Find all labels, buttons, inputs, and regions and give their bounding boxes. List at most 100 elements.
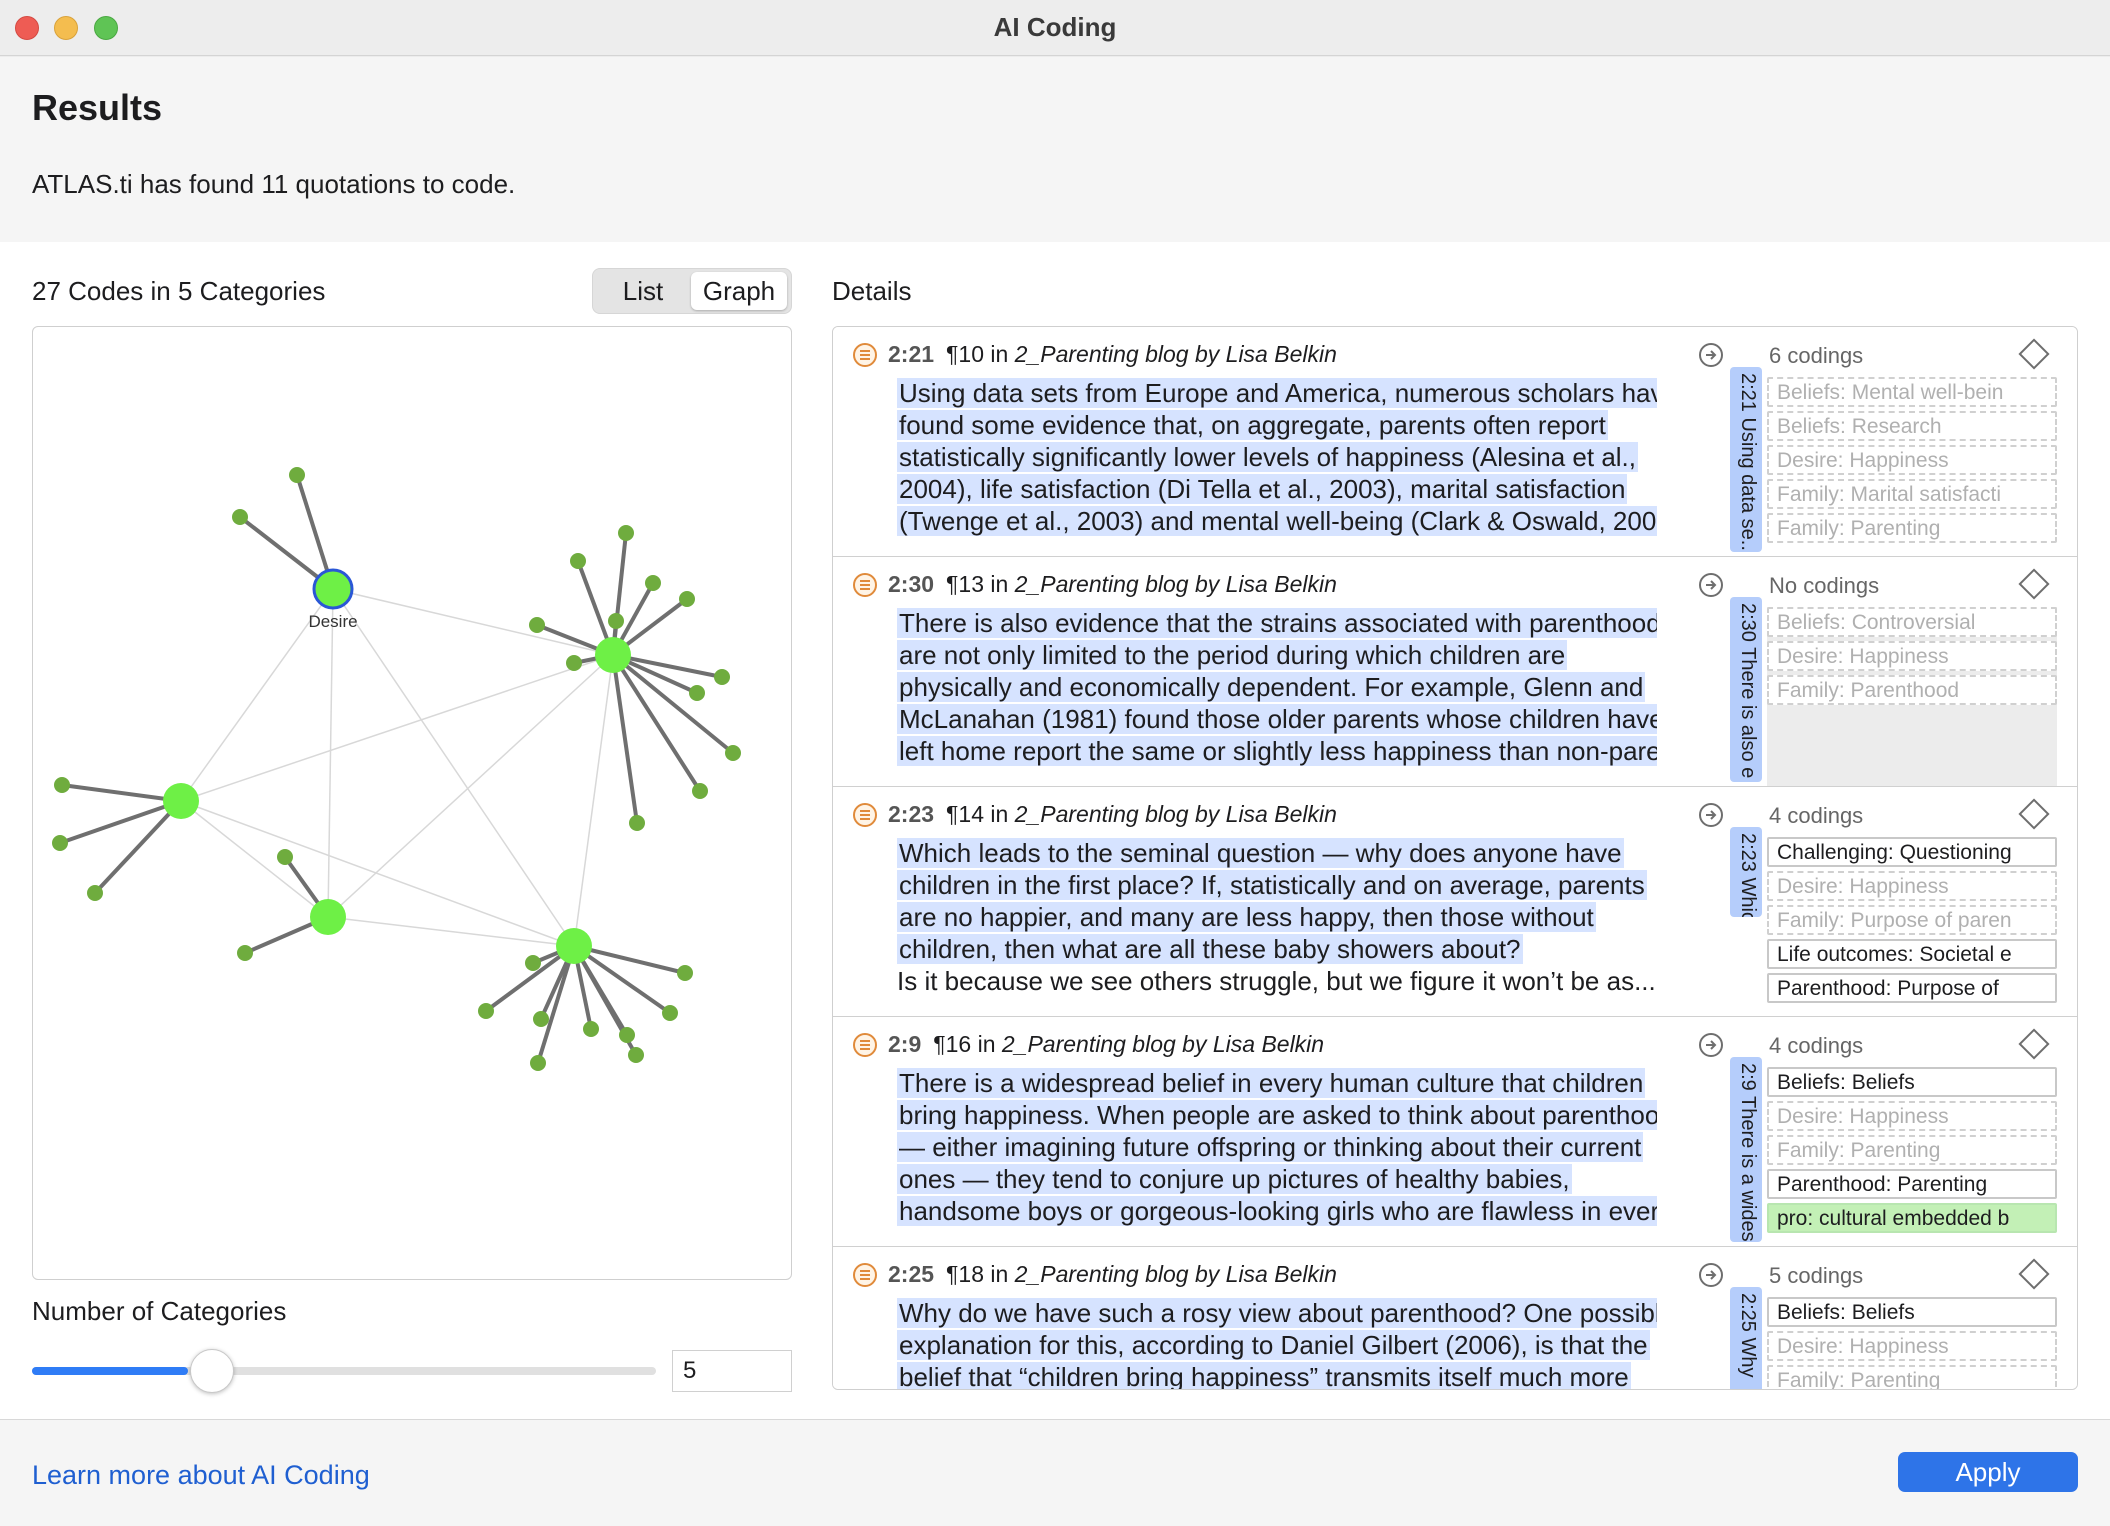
code-node[interactable] <box>530 1055 546 1071</box>
code-chip[interactable]: Beliefs: Research <box>1767 411 2057 441</box>
category-node[interactable] <box>595 637 631 673</box>
quotation-row[interactable]: 2:23 ¶14 in 2_Parenting blog by Lisa Belk… <box>833 787 2077 1017</box>
code-chip[interactable]: Beliefs: Mental well-bein <box>1767 377 2057 407</box>
quotation-header: 2:21 ¶10 in 2_Parenting blog by Lisa Belk… <box>888 341 1337 368</box>
code-node[interactable] <box>54 777 70 793</box>
code-node[interactable] <box>619 1027 635 1043</box>
code-node[interactable] <box>583 1021 599 1037</box>
category-node[interactable] <box>310 899 346 935</box>
code-link[interactable] <box>536 945 576 1064</box>
code-node[interactable] <box>725 745 741 761</box>
apply-button[interactable]: Apply <box>1898 1452 2078 1492</box>
code-chip[interactable]: Beliefs: Controversial <box>1767 607 2057 637</box>
code-node[interactable] <box>714 669 730 685</box>
graph-view-button[interactable]: Graph <box>691 272 787 310</box>
list-view-button[interactable]: List <box>597 272 689 310</box>
code-node[interactable] <box>478 1003 494 1019</box>
code-chip[interactable]: Beliefs: Beliefs <box>1767 1297 2057 1327</box>
category-link[interactable] <box>327 654 614 918</box>
code-chip[interactable]: Family: Parenting <box>1767 1135 2057 1165</box>
go-to-quotation-icon[interactable] <box>1699 573 1723 597</box>
code-node[interactable] <box>677 965 693 981</box>
quotation-margin-bar[interactable]: 2:23 Which... <box>1730 827 1762 917</box>
code-chip[interactable]: Desire: Happiness <box>1767 445 2057 475</box>
code-chip[interactable]: Desire: Happiness <box>1767 1101 2057 1131</box>
category-link[interactable] <box>573 654 614 947</box>
code-chip[interactable]: Family: Parenting <box>1767 513 2057 543</box>
category-link[interactable] <box>332 588 575 947</box>
code-chip[interactable]: Parenthood: Parenting <box>1767 1169 2057 1199</box>
code-chip[interactable]: Desire: Happiness <box>1767 641 2057 671</box>
categories-slider-thumb[interactable] <box>190 1349 234 1393</box>
go-to-quotation-icon[interactable] <box>1699 1033 1723 1057</box>
go-to-quotation-icon[interactable] <box>1699 803 1723 827</box>
code-node[interactable] <box>645 575 661 591</box>
code-node[interactable] <box>529 617 545 633</box>
code-chip[interactable]: Challenging: Questioning <box>1767 837 2057 867</box>
code-chip[interactable]: Family: Purpose of paren <box>1767 905 2057 935</box>
code-node[interactable] <box>662 1005 678 1021</box>
category-link[interactable] <box>327 916 575 947</box>
code-node[interactable] <box>608 613 624 629</box>
quotation-margin-bar[interactable]: 2:9 There is a widesp <box>1730 1057 1762 1242</box>
code-chip[interactable]: Desire: Happiness <box>1767 1331 2057 1361</box>
code-node[interactable] <box>289 467 305 483</box>
category-link[interactable] <box>332 588 614 656</box>
go-to-quotation-icon[interactable] <box>1699 1263 1723 1287</box>
code-link[interactable] <box>611 654 639 824</box>
code-graph[interactable]: Desire <box>32 326 792 1280</box>
category-node[interactable] <box>163 783 199 819</box>
quotation-margin-bar[interactable]: 2:30 There is also e <box>1730 597 1762 782</box>
quotation-row[interactable]: 2:30 ¶13 in 2_Parenting blog by Lisa Belk… <box>833 557 2077 787</box>
document-name: 2_Parenting blog by Lisa Belkin <box>1001 1031 1325 1057</box>
code-node[interactable] <box>237 945 253 961</box>
code-chip[interactable]: Parenthood: Purpose of <box>1767 973 2057 1003</box>
code-node[interactable] <box>692 783 708 799</box>
code-chip[interactable]: pro: cultural embedded b <box>1767 1203 2057 1233</box>
code-chip[interactable]: Desire: Happiness <box>1767 871 2057 901</box>
number-of-categories-label: Number of Categories <box>32 1296 287 1326</box>
code-diamond-icon[interactable] <box>2018 338 2050 370</box>
code-node[interactable] <box>689 685 705 701</box>
category-node[interactable] <box>556 928 592 964</box>
code-link[interactable] <box>611 653 735 755</box>
quotation-margin-bar[interactable]: 2:21 Using data se... <box>1730 367 1762 552</box>
code-diamond-icon[interactable] <box>2018 798 2050 830</box>
quotation-row[interactable]: 2:21 ¶10 in 2_Parenting blog by Lisa Belk… <box>833 327 2077 557</box>
quotation-row[interactable]: 2:25 ¶18 in 2_Parenting blog by Lisa Belk… <box>833 1247 2077 1389</box>
code-graph-canvas[interactable]: Desire <box>33 327 793 1281</box>
quotation-margin-bar[interactable]: 2:25 Why <box>1730 1287 1762 1389</box>
quotation-row[interactable]: 2:9 ¶16 in 2_Parenting blog by Lisa Belki… <box>833 1017 2077 1247</box>
code-chip[interactable]: Family: Marital satisfacti <box>1767 479 2057 509</box>
code-node[interactable] <box>570 553 586 569</box>
category-link[interactable] <box>180 800 329 918</box>
code-diamond-icon[interactable] <box>2018 1258 2050 1290</box>
code-link[interactable] <box>61 783 182 803</box>
code-node[interactable] <box>87 885 103 901</box>
code-chip[interactable]: Beliefs: Beliefs <box>1767 1067 2057 1097</box>
code-node[interactable] <box>618 525 634 541</box>
categories-count-input[interactable] <box>672 1350 792 1392</box>
categories-slider[interactable] <box>32 1367 656 1375</box>
code-chip[interactable]: Family: Parenting <box>1767 1365 2057 1389</box>
code-diamond-icon[interactable] <box>2018 1028 2050 1060</box>
category-link[interactable] <box>180 800 575 947</box>
code-node[interactable] <box>232 509 248 525</box>
code-node[interactable] <box>679 591 695 607</box>
code-node[interactable] <box>277 849 293 865</box>
code-node[interactable] <box>566 655 582 671</box>
code-node[interactable] <box>629 815 645 831</box>
learn-more-link[interactable]: Learn more about AI Coding <box>32 1460 370 1491</box>
in-label: in <box>990 571 1009 597</box>
code-chip[interactable]: Family: Parenthood <box>1767 675 2057 705</box>
category-link[interactable] <box>327 588 334 918</box>
category-node[interactable] <box>312 568 354 610</box>
go-to-quotation-icon[interactable] <box>1699 343 1723 367</box>
category-link[interactable] <box>180 654 614 802</box>
code-diamond-icon[interactable] <box>2018 568 2050 600</box>
code-node[interactable] <box>525 955 541 971</box>
code-chip[interactable]: Life outcomes: Societal e <box>1767 939 2057 969</box>
code-node[interactable] <box>533 1011 549 1027</box>
code-node[interactable] <box>52 835 68 851</box>
code-node[interactable] <box>628 1047 644 1063</box>
